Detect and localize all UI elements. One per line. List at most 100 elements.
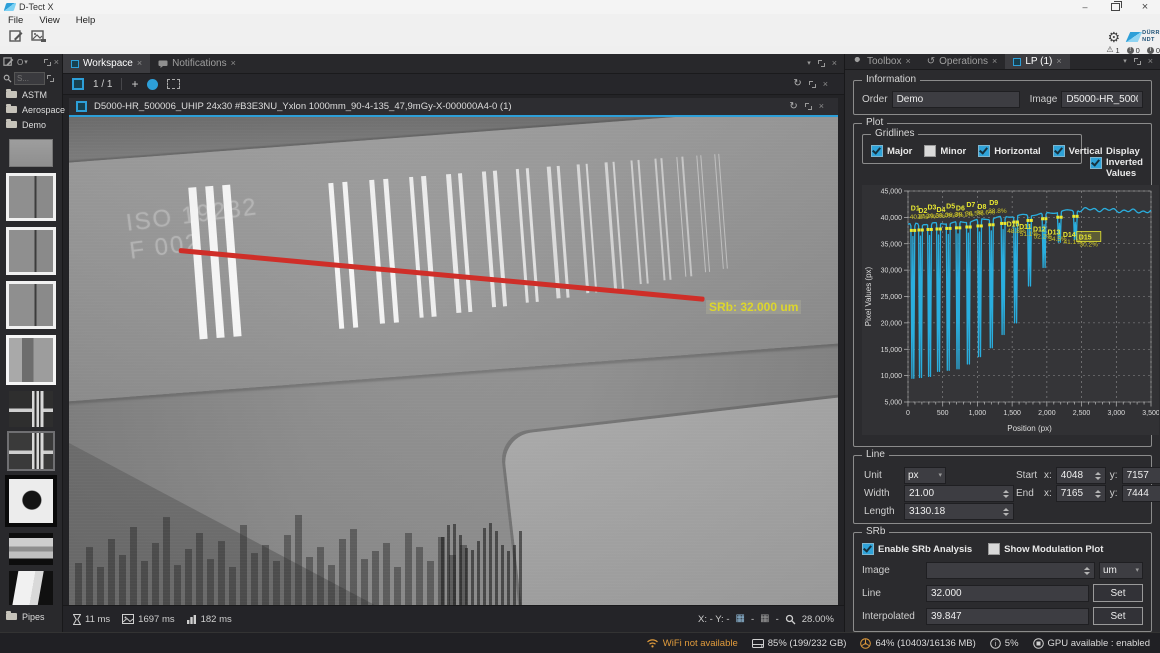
selection-rect-icon[interactable] (167, 79, 180, 89)
edit-order-icon[interactable] (3, 57, 14, 68)
svg-text:i: i (995, 641, 997, 648)
unit-dropdown[interactable]: px▾ (904, 467, 946, 484)
close-view-icon[interactable]: × (823, 80, 828, 89)
checkbox-enable-srb[interactable]: Enable SRb Analysis (862, 543, 972, 555)
srb-image-field[interactable] (926, 562, 1095, 579)
thumbnail[interactable] (5, 475, 57, 527)
grid-overlay2-icon[interactable]: ▦ (760, 614, 769, 624)
image-field[interactable]: D5000-HR_500006_UHIP 24x30 #B3E3NU_Yxlon… (1061, 91, 1143, 108)
edit-report-button[interactable] (8, 30, 23, 44)
thumbnail[interactable] (9, 139, 53, 167)
menu-item-file[interactable]: File (8, 15, 23, 26)
profile-plot[interactable]: 5,00010,00015,00020,00025,00030,00035,00… (862, 185, 1143, 440)
undock-icon[interactable] (818, 60, 825, 67)
width-field[interactable]: 21.00 (904, 485, 1014, 502)
spinner[interactable] (1000, 508, 1009, 516)
chevron-down-icon[interactable]: ▾ (1123, 58, 1127, 65)
orders-dropdown[interactable]: O▾ (17, 58, 28, 67)
start-x-field[interactable]: 4048 (1056, 467, 1106, 484)
close-tab-icon[interactable]: × (231, 59, 236, 68)
set-interpolated-button[interactable]: Set (1093, 607, 1143, 625)
close-tab-icon[interactable]: × (1056, 57, 1061, 66)
tab-toolbox[interactable]: Toolbox× (845, 54, 919, 69)
reset-image-icon[interactable]: ↻ (789, 102, 797, 112)
add-view-button[interactable]: + (131, 77, 138, 91)
settings-gear-icon[interactable]: ⚙ (1108, 30, 1121, 44)
maximize-image-icon[interactable] (805, 103, 812, 110)
close-tab-icon[interactable]: × (992, 57, 997, 66)
thumbnail[interactable] (6, 227, 56, 275)
main-toolbar: ⚙ DÜRRNDT (0, 27, 1160, 46)
thumbnail-selected[interactable] (9, 433, 53, 469)
expand-search-icon[interactable] (47, 75, 54, 82)
app-window: D-Tect X – × File View Help ⚙ DÜRRNDT ⚠1 (0, 0, 1160, 653)
thumbnail[interactable] (6, 173, 56, 221)
set-line-button[interactable]: Set (1093, 584, 1143, 602)
sidebar-folder-astm[interactable]: ASTM (0, 87, 62, 102)
close-tab-icon[interactable]: × (905, 57, 910, 66)
minimize-button[interactable]: – (1070, 0, 1100, 14)
checkbox-horizontal[interactable]: Horizontal (978, 145, 1040, 157)
spinner[interactable] (1092, 472, 1101, 480)
checkbox-icon (862, 543, 874, 555)
export-image-button[interactable] (31, 30, 46, 44)
close-panel-icon[interactable]: × (54, 58, 59, 67)
history-icon: ↺ (927, 56, 935, 67)
srb-line-label: Line (862, 588, 922, 599)
zoom-icon[interactable] (785, 614, 796, 625)
srb-unit-dropdown[interactable]: um▾ (1099, 562, 1143, 579)
folder-icon (6, 91, 17, 98)
close-icon[interactable]: × (1148, 57, 1153, 66)
tab-workspace[interactable]: Workspace× (63, 54, 150, 73)
start-y-field[interactable]: 7157 (1122, 467, 1160, 484)
tab-operations[interactable]: ↺ Operations× (919, 54, 1006, 69)
sidebar-folder-demo[interactable]: Demo (0, 117, 62, 132)
undock-panel-icon[interactable] (44, 59, 51, 66)
order-field[interactable]: Demo (892, 91, 1020, 108)
end-y-field[interactable]: 7444 (1122, 485, 1160, 502)
information-group: Information Order Demo Image D5000-HR_50… (853, 80, 1152, 115)
sidebar-folder-aerospace[interactable]: Aerospace (0, 102, 62, 117)
search-input[interactable] (14, 72, 45, 85)
chevron-down-icon[interactable]: ▾ (807, 60, 811, 67)
spinner[interactable] (1081, 567, 1090, 575)
layout-icon[interactable] (72, 78, 84, 90)
checkbox-minor[interactable]: Minor (924, 145, 966, 157)
tab-lp-1[interactable]: LP (1)× (1005, 54, 1069, 69)
radiograph-image[interactable]: ISO 19232 F 002 SRb: 32.000 um (69, 117, 838, 605)
thumbnail[interactable] (6, 335, 56, 385)
image-icon (122, 614, 134, 624)
thumbnail[interactable] (9, 391, 53, 427)
title-bar: D-Tect X – × (0, 0, 1160, 14)
sidebar-folder-pipes[interactable]: Pipes (0, 609, 62, 624)
reset-view-icon[interactable]: ↻ (793, 79, 801, 89)
menu-item-view[interactable]: View (39, 15, 59, 26)
fullscreen-icon[interactable] (809, 81, 816, 88)
thumbnail[interactable] (6, 281, 56, 329)
checkbox-show-modulation[interactable]: Show Modulation Plot (988, 543, 1103, 555)
close-tab-icon[interactable]: × (137, 59, 142, 68)
length-field[interactable]: 3130.18 (904, 503, 1014, 520)
active-layout-button[interactable] (147, 79, 158, 90)
end-x-field[interactable]: 7165 (1056, 485, 1106, 502)
thumbnail[interactable] (9, 571, 53, 605)
spinner[interactable] (1092, 490, 1101, 498)
undock-icon[interactable] (1134, 58, 1141, 65)
checkbox-icon (988, 543, 1000, 555)
checkbox-major[interactable]: Major (871, 145, 912, 157)
warning-icon: ⚠ (1106, 46, 1113, 54)
grid-overlay-icon[interactable]: ▦ (736, 614, 745, 624)
thumbnail[interactable] (9, 533, 53, 565)
spinner[interactable] (1000, 490, 1009, 498)
image-window-titlebar[interactable]: D5000-HR_500006_UHIP 24x30 #B3E3NU_Yxlon… (69, 98, 838, 115)
close-image-icon[interactable]: × (819, 102, 824, 111)
thumbnail-list (0, 132, 62, 605)
checkbox-vertical[interactable]: Vertical (1053, 145, 1103, 157)
srb-interpolated-field[interactable]: 39.847 (926, 608, 1089, 625)
close-icon[interactable]: × (832, 59, 837, 68)
srb-line-field[interactable]: 32.000 (926, 585, 1089, 602)
menu-item-help[interactable]: Help (76, 15, 96, 26)
close-button[interactable]: × (1130, 0, 1160, 14)
restore-button[interactable] (1100, 0, 1130, 14)
tab-notifications[interactable]: Notifications× (150, 54, 244, 73)
